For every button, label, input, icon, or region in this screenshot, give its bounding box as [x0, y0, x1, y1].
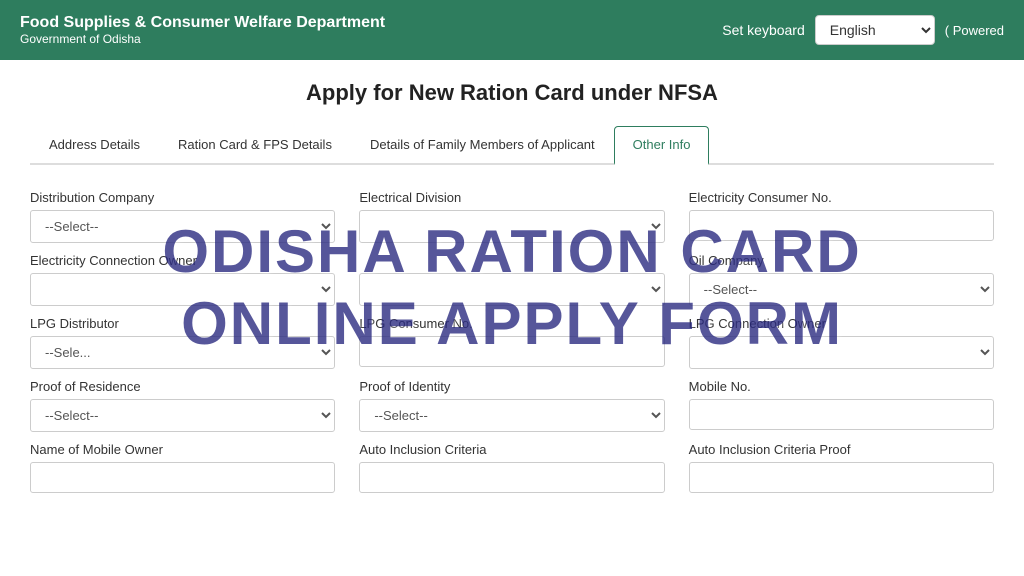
name-of-mobile-owner-field: Name of Mobile Owner [30, 442, 335, 493]
form-row-5: Name of Mobile Owner Auto Inclusion Crit… [30, 442, 994, 493]
lpg-connection-owner-label: LPG Connection Owner [689, 316, 994, 331]
electricity-connection-owner-field: Electricity Connection Owner [30, 253, 335, 306]
form-row-2: Electricity Connection Owner Oil Company… [30, 253, 994, 306]
tab-ration-card-fps[interactable]: Ration Card & FPS Details [159, 126, 351, 163]
form-row-1: Distribution Company --Select-- Electric… [30, 190, 994, 243]
oil-company-label: Oil Company [689, 253, 994, 268]
electricity-consumer-no-label: Electricity Consumer No. [689, 190, 994, 205]
name-of-mobile-owner-label: Name of Mobile Owner [30, 442, 335, 457]
electrical-division-select[interactable] [359, 210, 664, 243]
proof-of-identity-field: Proof of Identity --Select-- [359, 379, 664, 432]
main-content: Apply for New Ration Card under NFSA Add… [0, 60, 1024, 576]
lpg-distributor-select[interactable]: --Sele... [30, 336, 335, 369]
form-row-4: Proof of Residence --Select-- Proof of I… [30, 379, 994, 432]
electrical-division-field: Electrical Division [359, 190, 664, 243]
government-name: Government of Odisha [20, 32, 385, 46]
mobile-no-label: Mobile No. [689, 379, 994, 394]
tab-family-members[interactable]: Details of Family Members of Applicant [351, 126, 614, 163]
oil-company-field: Oil Company --Select-- [689, 253, 994, 306]
lpg-consumer-no-field: LPG Consumer No. [359, 316, 664, 369]
language-select[interactable]: English Odia [815, 15, 935, 45]
department-name: Food Supplies & Consumer Welfare Departm… [20, 14, 385, 32]
auto-inclusion-criteria-label: Auto Inclusion Criteria [359, 442, 664, 457]
proof-of-identity-select[interactable]: --Select-- [359, 399, 664, 432]
oil-company-select[interactable]: --Select-- [689, 273, 994, 306]
auto-inclusion-criteria-field: Auto Inclusion Criteria [359, 442, 664, 493]
lpg-consumer-no-label: LPG Consumer No. [359, 316, 664, 331]
distribution-company-label: Distribution Company [30, 190, 335, 205]
lpg-distributor-field: LPG Distributor --Sele... [30, 316, 335, 369]
empty-label-1 [359, 253, 664, 268]
lpg-connection-owner-select[interactable] [689, 336, 994, 369]
electricity-connection-owner-label: Electricity Connection Owner [30, 253, 335, 268]
lpg-connection-owner-field: LPG Connection Owner [689, 316, 994, 369]
distribution-company-field: Distribution Company --Select-- [30, 190, 335, 243]
mobile-no-field: Mobile No. [689, 379, 994, 432]
proof-of-residence-field: Proof of Residence --Select-- [30, 379, 335, 432]
header-right: Set keyboard English Odia ( Powered [722, 15, 1004, 45]
tab-address-details[interactable]: Address Details [30, 126, 159, 163]
form-row-3: LPG Distributor --Sele... LPG Consumer N… [30, 316, 994, 369]
auto-inclusion-criteria-input[interactable] [359, 462, 664, 493]
keyboard-label: Set keyboard [722, 22, 805, 38]
auto-inclusion-criteria-proof-field: Auto Inclusion Criteria Proof [689, 442, 994, 493]
electricity-consumer-no-input[interactable] [689, 210, 994, 241]
page-title: Apply for New Ration Card under NFSA [30, 80, 994, 106]
electricity-connection-owner-select[interactable] [30, 273, 335, 306]
electrical-division-label: Electrical Division [359, 190, 664, 205]
header: Food Supplies & Consumer Welfare Departm… [0, 0, 1024, 60]
distribution-company-select[interactable]: --Select-- [30, 210, 335, 243]
auto-inclusion-criteria-proof-label: Auto Inclusion Criteria Proof [689, 442, 994, 457]
empty-select-1[interactable] [359, 273, 664, 306]
proof-of-residence-label: Proof of Residence [30, 379, 335, 394]
tab-bar: Address Details Ration Card & FPS Detail… [30, 126, 994, 165]
empty-field-1 [359, 253, 664, 306]
proof-of-residence-select[interactable]: --Select-- [30, 399, 335, 432]
proof-of-identity-label: Proof of Identity [359, 379, 664, 394]
electricity-consumer-no-field: Electricity Consumer No. [689, 190, 994, 243]
auto-inclusion-criteria-proof-input[interactable] [689, 462, 994, 493]
lpg-distributor-label: LPG Distributor [30, 316, 335, 331]
tab-other-info[interactable]: Other Info [614, 126, 710, 165]
powered-text: ( Powered [945, 23, 1004, 38]
lpg-consumer-no-input[interactable] [359, 336, 664, 367]
name-of-mobile-owner-input[interactable] [30, 462, 335, 493]
mobile-no-input[interactable] [689, 399, 994, 430]
header-left: Food Supplies & Consumer Welfare Departm… [20, 14, 385, 46]
